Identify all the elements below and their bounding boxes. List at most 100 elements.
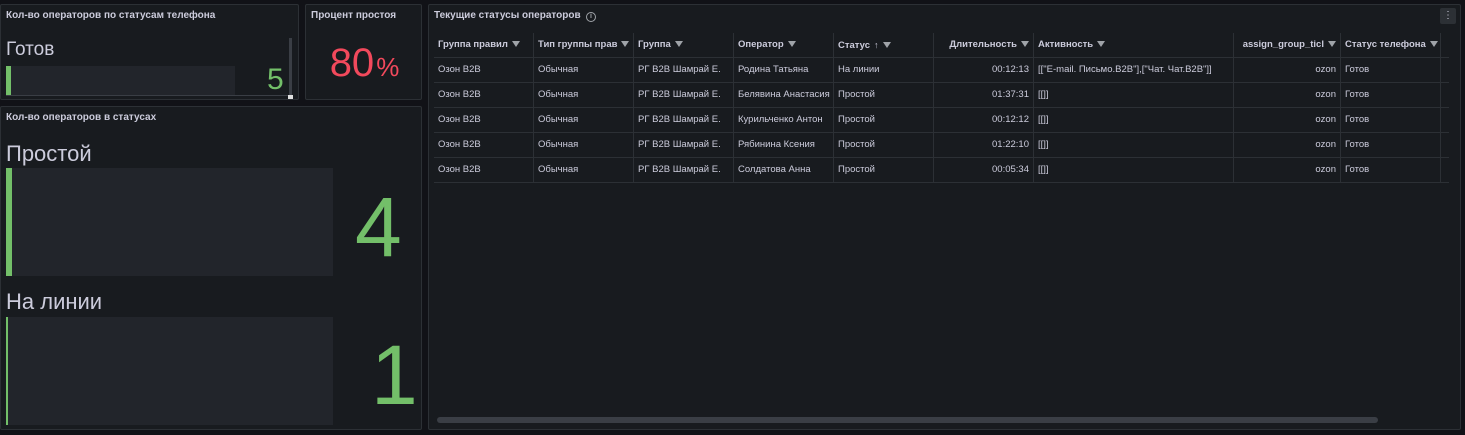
table-cell-phone-status: Готов	[1341, 108, 1441, 132]
table-cell-group: РГ B2B Шамрай Е.	[634, 133, 734, 157]
table-cell-rule-group: Озон B2B	[434, 133, 534, 157]
idle-percent-number: 80	[329, 41, 375, 85]
table-cell-status: Простой	[834, 108, 934, 132]
panel-title[interactable]: Кол-во операторов в статусах	[6, 112, 156, 123]
table-cell-phone-status: Готов	[1341, 58, 1441, 82]
operators-table-panel: Текущие статусы операторов i ⋮ Группа пр…	[428, 4, 1461, 430]
table-row[interactable]: Озон B2B Обычная РГ B2B Шамрай Е. Белявина …	[434, 83, 1449, 108]
column-header-activity[interactable]: Активность	[1034, 33, 1234, 57]
filter-icon[interactable]	[1429, 41, 1438, 48]
phone-status-value: 5	[267, 63, 284, 96]
divider	[6, 95, 288, 96]
table-cell-operator: Белявина Анастасия	[734, 83, 834, 107]
sort-ascending-icon[interactable]: ↑	[874, 40, 879, 50]
table-row[interactable]: Озон B2B Обычная РГ B2B Шамрай Е. Солдатова…	[434, 158, 1449, 183]
column-header-operator[interactable]: Оператор	[734, 33, 834, 57]
table-cell-status: Простой	[834, 158, 934, 182]
table-cell-duration: 00:12:13	[934, 58, 1034, 82]
table-cell-activity: [[]]	[1034, 108, 1234, 132]
column-header-label: Группа правил	[438, 39, 508, 50]
table-cell-phone-status: Готов	[1341, 83, 1441, 107]
status-label-idle: Простой	[6, 141, 92, 166]
table-cell-assign-group: ozon	[1234, 108, 1341, 132]
operators-table: Группа правил Тип группы прав Группа Операт…	[434, 33, 1449, 183]
table-cell-group: РГ B2B Шамрай Е.	[634, 158, 734, 182]
column-header-label: Длительность	[949, 39, 1017, 50]
phone-status-label: Готов	[6, 39, 55, 60]
status-bar-idle	[6, 168, 333, 276]
column-header-label: Статус	[838, 40, 871, 51]
table-row[interactable]: Озон B2B Обычная РГ B2B Шамрай Е. Родина Та…	[434, 58, 1449, 83]
table-cell-rule-group: Озон B2B	[434, 83, 534, 107]
table-cell-phone-status: Готов	[1341, 133, 1441, 157]
table-cell-group: РГ B2B Шамрай Е.	[634, 108, 734, 132]
column-header-label: assign_group_ticl	[1242, 39, 1324, 50]
column-header-duration[interactable]: Длительность	[934, 33, 1034, 57]
panel-title[interactable]: Кол-во операторов по статусам телефона	[6, 10, 215, 21]
status-bar-fill	[6, 168, 12, 276]
table-cell-activity: [[]]	[1034, 83, 1234, 107]
panel-menu-icon[interactable]: ⋮	[1440, 8, 1456, 24]
phone-status-panel: Кол-во операторов по статусам телефона Г…	[0, 4, 299, 100]
scrollbar-handle[interactable]	[288, 95, 293, 99]
table-cell-group-type: Обычная	[534, 58, 634, 82]
table-cell-operator: Курильченко Антон	[734, 108, 834, 132]
table-cell-assign-group: ozon	[1234, 83, 1341, 107]
table-cell-duration: 01:37:31	[934, 83, 1034, 107]
table-header: Группа правил Тип группы прав Группа Операт…	[434, 33, 1449, 58]
table-cell-assign-group: ozon	[1234, 158, 1341, 182]
vertical-scrollbar[interactable]	[289, 38, 292, 96]
table-cell-group-type: Обычная	[534, 133, 634, 157]
table-cell-group-type: Обычная	[534, 108, 634, 132]
filter-icon[interactable]	[1328, 41, 1336, 48]
table-cell-group: РГ B2B Шамрай Е.	[634, 83, 734, 107]
table-cell-operator: Родина Татьяна	[734, 58, 834, 82]
horizontal-scrollbar[interactable]	[437, 417, 1378, 423]
table-cell-activity: [[]]	[1034, 158, 1234, 182]
filter-icon[interactable]	[1097, 41, 1106, 48]
filter-icon[interactable]	[674, 41, 683, 48]
status-bar-online	[6, 317, 333, 425]
table-cell-phone-status: Готов	[1341, 158, 1441, 182]
table-cell-group-type: Обычная	[534, 83, 634, 107]
idle-percent-unit: %	[376, 52, 400, 82]
table-cell-operator: Солдатова Анна	[734, 158, 834, 182]
phone-status-bar-fill	[6, 66, 11, 96]
panel-title[interactable]: Процент простоя	[311, 10, 396, 21]
table-row[interactable]: Озон B2B Обычная РГ B2B Шамрай Е. Рябинина …	[434, 133, 1449, 158]
filter-icon[interactable]	[787, 41, 796, 48]
table-cell-status: Простой	[834, 133, 934, 157]
column-header-phone-status[interactable]: Статус телефона	[1341, 33, 1441, 57]
idle-percent-value: 80%	[306, 41, 421, 86]
table-cell-duration: 00:05:34	[934, 158, 1034, 182]
column-header-group[interactable]: Группа	[634, 33, 734, 57]
column-header-label: Оператор	[738, 39, 784, 50]
status-value-idle: 4	[355, 180, 402, 274]
status-label-online: На линии	[6, 289, 103, 314]
column-header-label: Статус телефона	[1345, 39, 1426, 50]
column-header-status[interactable]: Статус ↑	[834, 33, 934, 57]
table-cell-duration: 01:22:10	[934, 133, 1034, 157]
column-header-rule-group[interactable]: Группа правил	[434, 33, 534, 57]
column-header-label: Активность	[1038, 39, 1094, 50]
column-header-assign-group[interactable]: assign_group_ticl	[1234, 33, 1341, 57]
table-cell-status: Простой	[834, 83, 934, 107]
status-bar-fill	[6, 317, 8, 425]
table-row[interactable]: Озон B2B Обычная РГ B2B Шамрай Е. Курильчен…	[434, 108, 1449, 133]
table-cell-duration: 00:12:12	[934, 108, 1034, 132]
table-cell-group-type: Обычная	[534, 158, 634, 182]
filter-icon[interactable]	[882, 42, 891, 49]
table-cell-operator: Рябинина Ксения	[734, 133, 834, 157]
phone-status-bar	[6, 66, 235, 96]
status-value-online: 1	[371, 328, 418, 422]
filter-icon[interactable]	[511, 41, 520, 48]
panel-title[interactable]: Текущие статусы операторов	[434, 10, 581, 21]
table-cell-activity: [["E-mail. Письмо.B2B"],["Чат. Чат.B2B"]…	[1034, 58, 1234, 82]
table-cell-group: РГ B2B Шамрай Е.	[634, 58, 734, 82]
filter-icon[interactable]	[1021, 41, 1029, 48]
filter-icon[interactable]	[621, 41, 630, 48]
info-icon[interactable]: i	[586, 12, 596, 22]
table-cell-rule-group: Озон B2B	[434, 158, 534, 182]
column-header-group-type[interactable]: Тип группы прав	[534, 33, 634, 57]
table-cell-assign-group: ozon	[1234, 58, 1341, 82]
